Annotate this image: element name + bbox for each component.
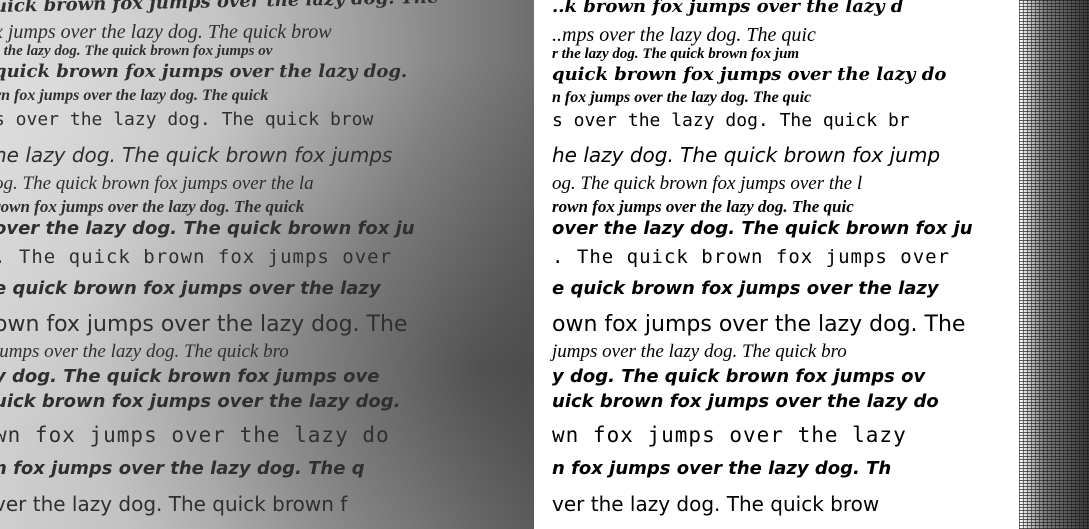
text-line: uick brown fox jumps over the lazy do	[552, 391, 939, 412]
text-line: n fox jumps over the lazy dog. Th	[552, 458, 892, 479]
text-line: n fox jumps over the lazy dog. The quic	[552, 89, 812, 106]
text-line: rown fox jumps over the lazy dog. The qu…	[552, 197, 854, 216]
original-photo-panel: uick brown fox jumps over the lazy dog. …	[0, 0, 534, 529]
text-line: uick brown fox jumps over the lazy dog.	[0, 391, 401, 412]
text-line: x jumps over the lazy dog. The quick bro…	[0, 21, 332, 43]
text-line: ..k brown fox jumps over the lazy d	[552, 0, 904, 17]
text-line: og. The quick brown fox jumps over the l	[552, 173, 863, 194]
text-line: ver the lazy dog. The quick brow	[552, 492, 880, 516]
text-line: he lazy dog. The quick brown fox jump	[552, 143, 941, 167]
text-line: rown fox jumps over the lazy dog. The qu…	[0, 197, 305, 216]
text-line: r the lazy dog. The quick brown fox jump…	[0, 43, 273, 59]
text-line: he lazy dog. The quick brown fox jumps	[0, 143, 393, 167]
text-line: jumps over the lazy dog. The quick bro	[0, 341, 289, 362]
text-line: quick brown fox jumps over the lazy do	[552, 64, 947, 85]
text-line: n fox jumps over the lazy dog. The q	[0, 458, 365, 479]
photo-text-block: uick brown fox jumps over the lazy dog. …	[0, 0, 534, 529]
binarized-panel: ..k brown fox jumps over the lazy d ..mp…	[544, 0, 1089, 529]
text-line: og. The quick brown fox jumps over the l…	[0, 173, 314, 194]
text-line: own fox jumps over the lazy dog. The	[0, 312, 408, 337]
text-line: vn fox jumps over the lazy dog. The quic…	[0, 87, 269, 104]
binarized-text-block: ..k brown fox jumps over the lazy d ..mp…	[544, 0, 1089, 529]
text-line: . The quick brown fox jumps over	[552, 246, 951, 268]
text-line: over the lazy dog. The quick brown fox j…	[552, 218, 973, 239]
text-line: own fox jumps over the lazy dog. The	[552, 312, 966, 337]
text-line: . The quick brown fox jumps over	[0, 246, 393, 268]
text-line: r the lazy dog. The quick brown fox jum	[552, 46, 800, 62]
text-line: jumps over the lazy dog. The quick bro	[552, 341, 847, 362]
text-line: s over the lazy dog. The quick br	[552, 110, 910, 131]
text-line: s over the lazy dog. The quick brow	[0, 109, 374, 130]
text-line: wn fox jumps over the lazy	[552, 423, 907, 447]
text-line: over the lazy dog. The quick brown fox j…	[0, 218, 415, 239]
text-line: ..mps over the lazy dog. The quic	[552, 24, 816, 46]
text-line: ver the lazy dog. The quick brown f	[0, 492, 348, 516]
text-line: e quick brown fox jumps over the lazy	[0, 278, 381, 299]
text-line: y dog. The quick brown fox jumps ove	[0, 366, 380, 387]
text-line: quick brown fox jumps over the lazy dog.	[0, 61, 408, 82]
text-line: wn fox jumps over the lazy do	[0, 423, 390, 447]
panel-divider	[534, 0, 544, 529]
text-line: e quick brown fox jumps over the lazy	[552, 278, 939, 299]
text-line: y dog. The quick brown fox jumps ov	[552, 366, 926, 387]
text-line: uick brown fox jumps over the lazy dog. …	[0, 0, 439, 17]
